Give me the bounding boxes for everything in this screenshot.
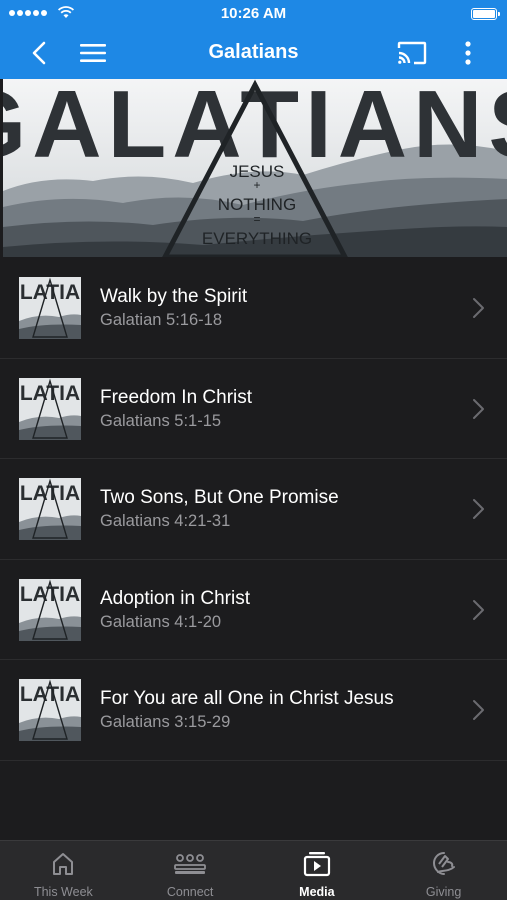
sermon-reference: Galatians 4:21-31 bbox=[100, 512, 231, 530]
svg-text:LATIA: LATIA bbox=[20, 382, 80, 405]
chevron-right-icon bbox=[473, 298, 484, 318]
sermon-reference: Galatians 4:1-20 bbox=[100, 612, 222, 631]
sermon-reference: Galatians 5:1-15 bbox=[100, 411, 222, 430]
banner-plus: + bbox=[253, 178, 260, 192]
svg-text:LATIA: LATIA bbox=[20, 683, 80, 706]
sermon-row[interactable]: LATIA Two Sons, But One Promise Galatian… bbox=[0, 459, 507, 560]
tab-label: Connect bbox=[166, 885, 214, 899]
sermon-row[interactable]: LATIA Walk by the Spirit Galatian 5:16-1… bbox=[0, 258, 507, 359]
svg-text:LATIA: LATIA bbox=[20, 583, 80, 606]
sermon-reference: Galatians 3:15-29 bbox=[100, 713, 231, 731]
tab-this-week[interactable]: This Week bbox=[0, 841, 127, 900]
more-options-button[interactable] bbox=[451, 36, 485, 70]
tab-connect[interactable]: Connect bbox=[127, 841, 254, 900]
sermon-reference: Galatian 5:16-18 bbox=[100, 311, 223, 329]
sermon-row[interactable]: LATIA Adoption in Christ Galatians 4:1-2… bbox=[0, 559, 507, 660]
giving-icon bbox=[432, 852, 455, 875]
sermon-thumbnail: LATIA bbox=[19, 478, 81, 540]
sermon-list: LATIA Walk by the Spirit Galatian 5:16-1… bbox=[0, 258, 507, 761]
cast-icon bbox=[397, 41, 427, 65]
svg-text:LATIA: LATIA bbox=[20, 281, 80, 304]
chevron-right-icon bbox=[473, 499, 484, 519]
status-time: 10:26 AM bbox=[220, 5, 287, 22]
chevron-right-icon bbox=[473, 599, 484, 620]
sermon-title: For You are all One in Christ Jesus bbox=[100, 688, 394, 709]
sermon-title: Freedom In Christ bbox=[100, 386, 253, 408]
sermon-row[interactable]: LATIA Freedom In Christ Galatians 5:1-15 bbox=[0, 358, 507, 459]
nav-bar: Galatians bbox=[0, 28, 507, 79]
sermon-row[interactable]: LATIA For You are all One in Christ Jesu… bbox=[0, 660, 507, 761]
top-bar: 10:26 AM Galatians bbox=[0, 0, 507, 79]
sermon-thumbnail: LATIA bbox=[19, 578, 81, 641]
cast-button[interactable] bbox=[395, 36, 429, 70]
status-bar: 10:26 AM bbox=[0, 0, 507, 28]
sermon-thumbnail: LATIA bbox=[19, 277, 81, 339]
banner-equals: = bbox=[253, 212, 260, 226]
sermon-title: Two Sons, But One Promise bbox=[100, 487, 339, 508]
sermon-thumbnail: LATIA bbox=[19, 679, 81, 741]
series-banner: GALATIANS JESUS + NOTHING = EVERYTHING bbox=[3, 79, 507, 257]
sermon-thumbnail: LATIA bbox=[19, 377, 81, 440]
sermon-title: Walk by the Spirit bbox=[100, 286, 248, 307]
svg-text:LATIA: LATIA bbox=[20, 482, 80, 505]
banner-line-everything: EVERYTHING bbox=[202, 229, 312, 248]
tab-bar: This Week Connect Media Giving bbox=[0, 840, 507, 900]
tab-giving[interactable]: Giving bbox=[380, 841, 507, 900]
home-icon bbox=[53, 853, 74, 875]
page-title: Galatians bbox=[208, 41, 299, 63]
tab-label: This Week bbox=[33, 885, 93, 899]
tab-media[interactable]: Media bbox=[254, 841, 381, 900]
chevron-right-icon bbox=[473, 398, 484, 419]
more-vertical-icon bbox=[465, 41, 471, 65]
battery-icon bbox=[471, 8, 500, 20]
group-icon bbox=[174, 854, 207, 874]
tab-label: Giving bbox=[425, 885, 462, 899]
sermon-title: Adoption in Christ bbox=[100, 587, 250, 609]
tab-label: Media bbox=[299, 885, 335, 899]
chevron-right-icon bbox=[473, 700, 484, 720]
media-icon bbox=[303, 852, 330, 877]
